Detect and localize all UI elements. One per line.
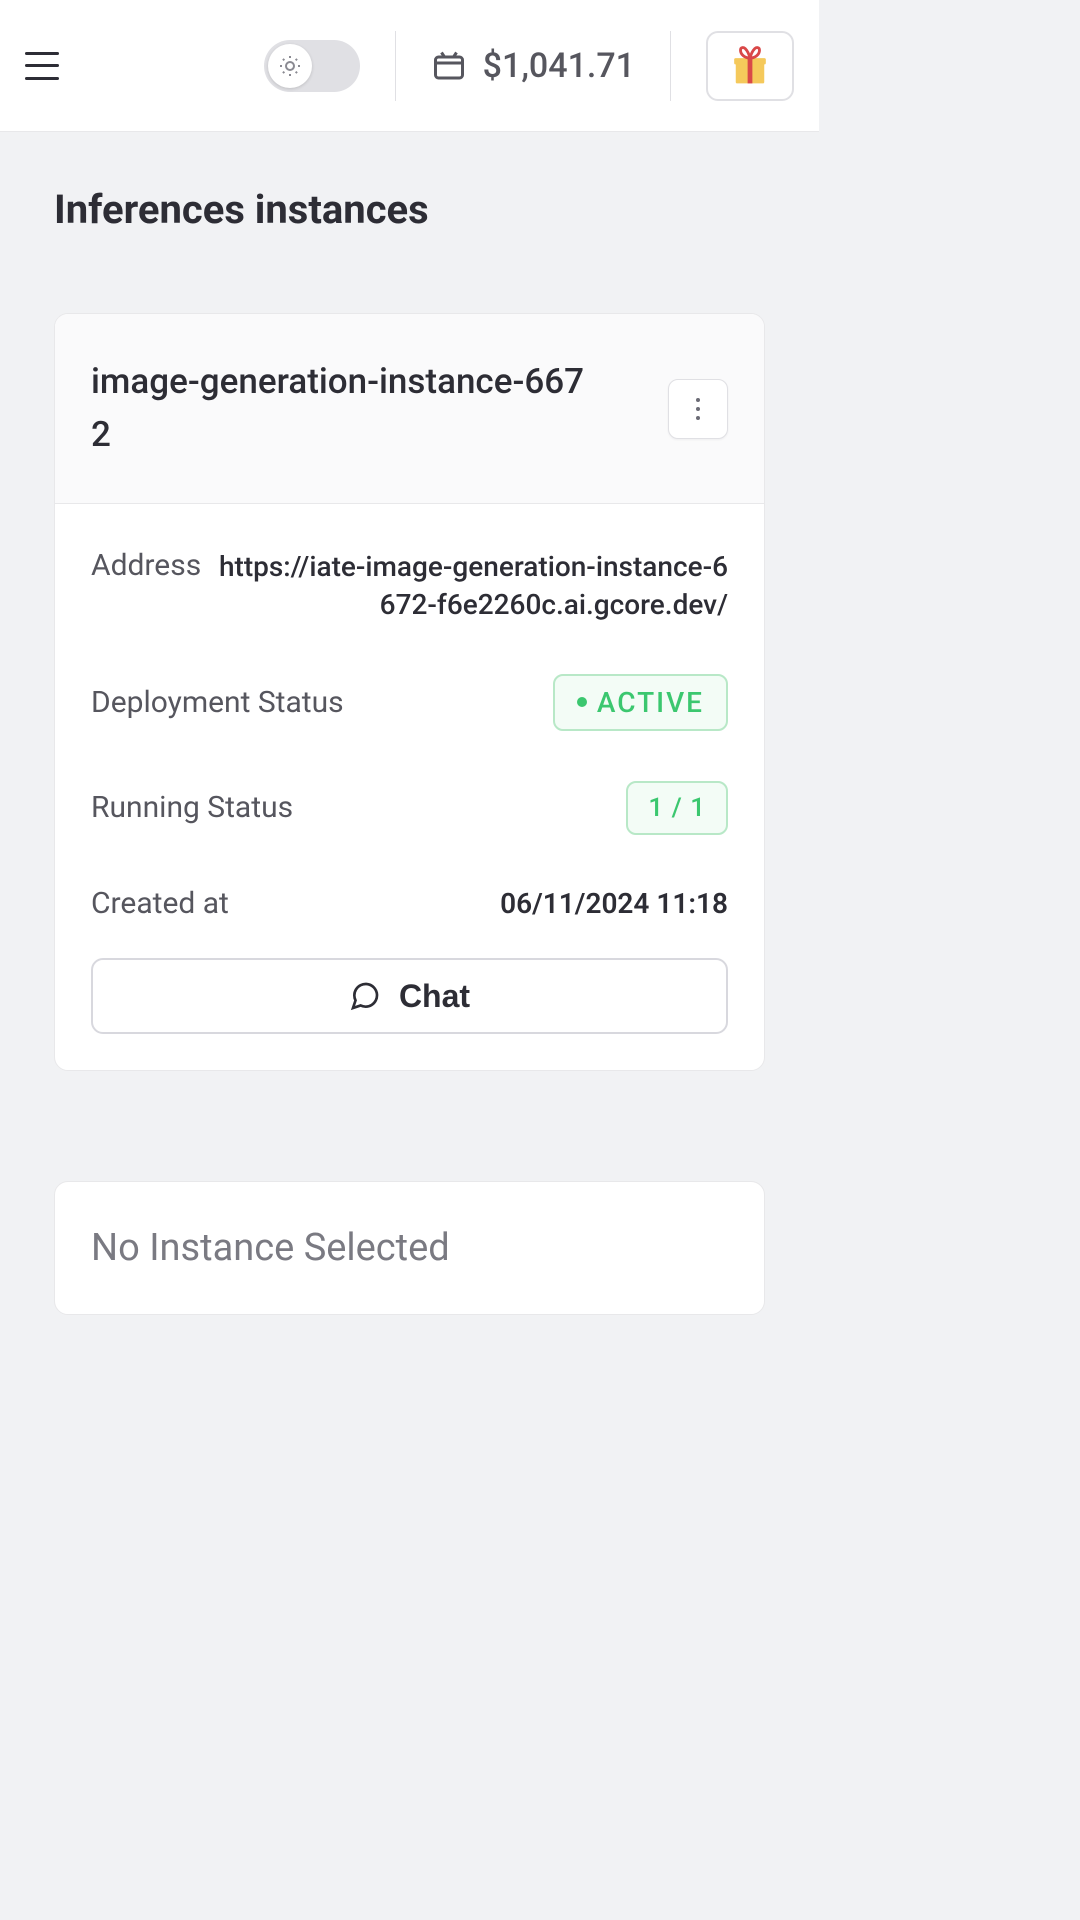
chat-icon [349, 980, 381, 1012]
deployment-status-row: Deployment Status ACTIVE [91, 674, 728, 731]
running-status-label: Running Status [91, 790, 293, 825]
chat-button[interactable]: Chat [91, 958, 728, 1034]
wallet-icon [431, 48, 467, 84]
gift-button[interactable] [706, 31, 794, 101]
status-dot-icon [577, 697, 587, 707]
dots-vertical-icon [696, 398, 700, 420]
selection-empty-text: No Instance Selected [91, 1226, 728, 1270]
sun-icon [278, 54, 302, 78]
running-status-row: Running Status 1 / 1 [91, 781, 728, 835]
balance-amount: $1,041.71 [483, 46, 635, 86]
created-at-label: Created at [91, 886, 229, 921]
divider [395, 31, 396, 101]
app-header: $1,041.71 [0, 0, 819, 132]
chat-button-label: Chat [399, 978, 470, 1015]
theme-toggle-knob [268, 44, 312, 88]
instance-card-body: Address https://iate-image-generation-in… [55, 504, 764, 1070]
created-at-value: 06/11/2024 11:18 [500, 885, 728, 923]
instance-card-header: image-generation-instance-6672 [55, 314, 764, 504]
instance-card: image-generation-instance-6672 Address h… [54, 313, 765, 1071]
menu-button[interactable] [25, 52, 59, 80]
running-status-badge: 1 / 1 [626, 781, 728, 835]
deployment-status-label: Deployment Status [91, 685, 344, 720]
instance-name: image-generation-instance-6672 [91, 356, 591, 461]
address-value[interactable]: https://iate-image-generation-instance-6… [208, 548, 728, 624]
address-row: Address https://iate-image-generation-in… [91, 548, 728, 624]
page-title: Inferences instances [54, 186, 765, 233]
header-right: $1,041.71 [264, 31, 794, 101]
divider [670, 31, 671, 101]
created-at-row: Created at 06/11/2024 11:18 [91, 885, 728, 923]
deployment-status-badge: ACTIVE [553, 674, 728, 731]
deployment-status-value: ACTIVE [597, 686, 704, 719]
instance-more-button[interactable] [668, 379, 728, 439]
selection-card: No Instance Selected [54, 1181, 765, 1315]
balance-display[interactable]: $1,041.71 [431, 46, 635, 86]
gift-icon [731, 45, 769, 87]
main-content: Inferences instances image-generation-in… [0, 132, 819, 1315]
address-label: Address [91, 548, 201, 583]
theme-toggle[interactable] [264, 40, 360, 92]
